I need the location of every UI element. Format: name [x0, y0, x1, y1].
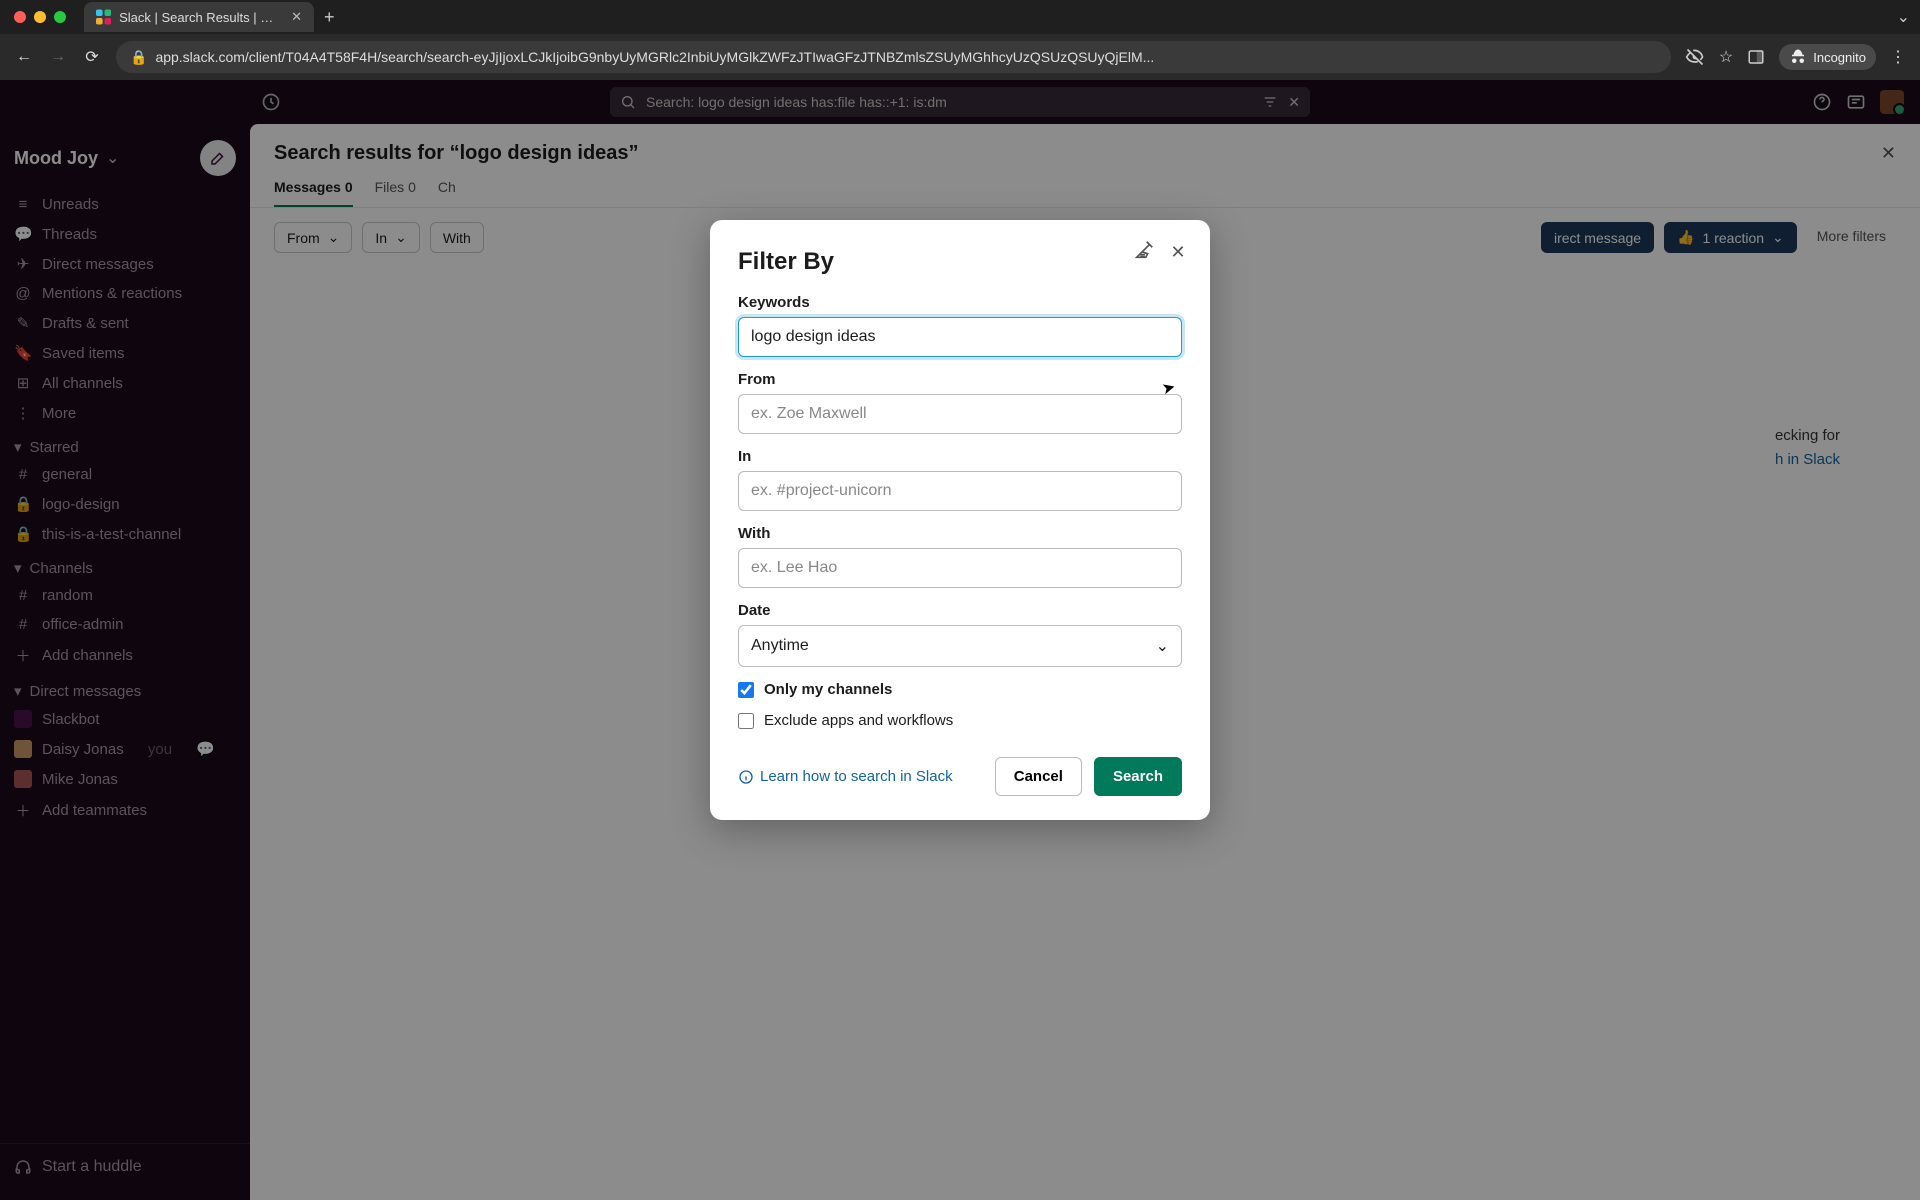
tab-bar: Slack | Search Results | Mood ✕ + ⌄: [0, 0, 1920, 34]
slack-favicon-icon: [96, 9, 111, 25]
tab-title: Slack | Search Results | Mood: [119, 10, 283, 25]
browser-tab[interactable]: Slack | Search Results | Mood ✕: [84, 2, 314, 32]
with-label: With: [738, 525, 1182, 542]
exclude-apps-checkbox[interactable]: [738, 713, 754, 729]
new-tab-button[interactable]: +: [324, 7, 335, 28]
modal-close-button[interactable]: ✕: [1164, 238, 1192, 266]
incognito-label: Incognito: [1813, 50, 1866, 65]
filter-modal: ➤ Filter By ✕ Keywords From In With Date…: [710, 220, 1210, 820]
cancel-button[interactable]: Cancel: [995, 757, 1082, 796]
eye-off-icon[interactable]: [1685, 47, 1705, 67]
learn-link[interactable]: Learn how to search in Slack: [738, 768, 953, 785]
maximize-window-icon[interactable]: [54, 11, 66, 23]
reload-button[interactable]: ⟳: [82, 47, 102, 67]
exclude-apps-row[interactable]: Exclude apps and workflows: [738, 712, 1182, 729]
address-bar-row: ← → ⟳ 🔒 app.slack.com/client/T04A4T58F4H…: [0, 34, 1920, 80]
menu-icon[interactable]: ⋮: [1890, 47, 1906, 67]
tabs-dropdown-icon[interactable]: ⌄: [1897, 7, 1910, 27]
chevron-down-icon: ⌄: [1156, 636, 1169, 656]
incognito-badge[interactable]: Incognito: [1779, 44, 1876, 70]
date-label: Date: [738, 602, 1182, 619]
info-icon: [738, 769, 754, 785]
only-my-channels-checkbox[interactable]: [738, 682, 754, 698]
minimize-window-icon[interactable]: [34, 11, 46, 23]
modal-footer: Learn how to search in Slack Cancel Sear…: [738, 757, 1182, 796]
in-input[interactable]: [738, 471, 1182, 511]
extensions-icon[interactable]: [1747, 48, 1765, 66]
with-input[interactable]: [738, 548, 1182, 588]
toolbar-icons: ☆ Incognito ⋮: [1685, 44, 1906, 70]
back-button[interactable]: ←: [14, 48, 34, 66]
search-button[interactable]: Search: [1094, 757, 1182, 796]
in-label: In: [738, 448, 1182, 465]
window-controls[interactable]: [14, 11, 66, 23]
only-my-channels-row[interactable]: Only my channels: [738, 681, 1182, 698]
date-select[interactable]: Anytime ⌄: [738, 625, 1182, 667]
broom-icon: [1133, 239, 1155, 261]
keywords-label: Keywords: [738, 294, 1182, 311]
star-icon[interactable]: ☆: [1719, 47, 1733, 67]
clear-filters-button[interactable]: [1130, 236, 1158, 264]
slack-app: Search: logo design ideas has:file has::…: [0, 80, 1920, 1200]
url-text: app.slack.com/client/T04A4T58F4H/search/…: [155, 49, 1656, 65]
from-input[interactable]: [738, 394, 1182, 434]
from-label: From: [738, 371, 1182, 388]
incognito-icon: [1789, 48, 1807, 66]
address-bar[interactable]: 🔒 app.slack.com/client/T04A4T58F4H/searc…: [116, 41, 1671, 73]
forward-button: →: [48, 48, 68, 66]
tab-close-icon[interactable]: ✕: [291, 9, 302, 25]
close-window-icon[interactable]: [14, 11, 26, 23]
keywords-input[interactable]: [738, 317, 1182, 357]
browser-chrome: Slack | Search Results | Mood ✕ + ⌄ ← → …: [0, 0, 1920, 80]
modal-title: Filter By: [738, 248, 1182, 276]
lock-icon: 🔒: [130, 49, 147, 66]
date-value: Anytime: [751, 637, 809, 655]
modal-overlay[interactable]: ➤ Filter By ✕ Keywords From In With Date…: [0, 80, 1920, 1200]
